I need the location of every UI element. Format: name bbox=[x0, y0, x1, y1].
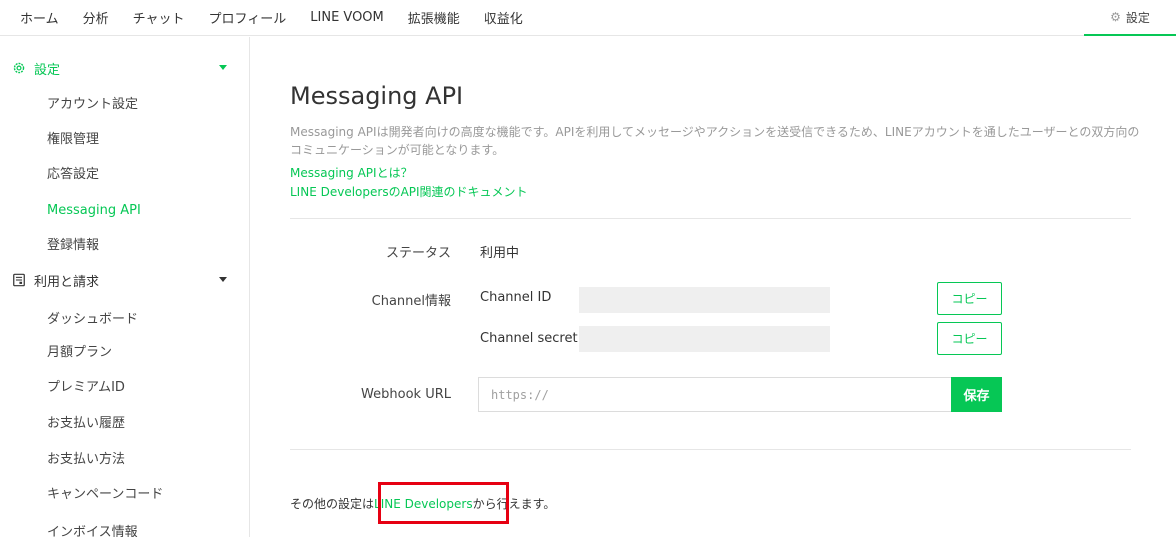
line-developers-link[interactable]: LINE Developers bbox=[374, 497, 473, 511]
nav-chat[interactable]: チャット bbox=[133, 8, 185, 27]
gear-icon: ⚙ bbox=[1110, 10, 1121, 24]
copy-channel-secret-button[interactable]: コピー bbox=[937, 322, 1002, 355]
page-title: Messaging API bbox=[290, 82, 464, 110]
api-docs-link[interactable]: LINE DevelopersのAPI関連のドキュメント bbox=[290, 183, 528, 200]
sidebar-section-settings[interactable]: 設定 bbox=[0, 51, 249, 85]
nav-home[interactable]: ホーム bbox=[20, 8, 59, 27]
footer-note: その他の設定はLINE Developersから行えます。 bbox=[290, 495, 555, 512]
channel-info-label: Channel情報 bbox=[371, 294, 451, 309]
sidebar-item-invoice-info[interactable]: インボイス情報 bbox=[47, 513, 138, 537]
channel-id-field bbox=[579, 287, 830, 313]
channel-id-label: Channel ID bbox=[480, 290, 552, 305]
channel-secret-field bbox=[579, 326, 830, 352]
main-content: Messaging API Messaging APIは開発者向けの高度な機能で… bbox=[251, 37, 1176, 537]
nav-settings-label: 設定 bbox=[1125, 10, 1150, 25]
sidebar-item-campaign-code[interactable]: キャンペーンコード bbox=[47, 475, 163, 509]
sidebar-section-label: 設定 bbox=[34, 62, 61, 78]
page-description: Messaging APIは開発者向けの高度な機能です。APIを利用してメッセー… bbox=[290, 125, 1140, 157]
save-button[interactable]: 保存 bbox=[951, 377, 1002, 412]
sidebar-section-label: 利用と請求 bbox=[34, 274, 100, 290]
nav-analytics[interactable]: 分析 bbox=[83, 8, 109, 27]
chevron-down-icon bbox=[219, 277, 227, 282]
nav-profile[interactable]: プロフィール bbox=[209, 8, 287, 27]
sidebar-item-payment-history[interactable]: お支払い履歴 bbox=[47, 404, 125, 438]
sidebar-item-registration-info[interactable]: 登録情報 bbox=[47, 226, 99, 260]
webhook-url-input[interactable] bbox=[478, 377, 951, 412]
sidebar-item-monthly-plan[interactable]: 月額プラン bbox=[47, 333, 112, 367]
top-nav-items: ホーム 分析 チャット プロフィール LINE VOOM 拡張機能 収益化 bbox=[20, 0, 547, 34]
nav-extensions[interactable]: 拡張機能 bbox=[408, 8, 460, 27]
sidebar-item-messaging-api[interactable]: Messaging API bbox=[47, 193, 141, 227]
sidebar-item-premium-id[interactable]: プレミアムID bbox=[47, 368, 125, 402]
webhook-url-label: Webhook URL bbox=[361, 387, 451, 402]
divider bbox=[290, 449, 1131, 450]
copy-channel-id-button[interactable]: コピー bbox=[937, 282, 1002, 315]
footer-prefix: その他の設定は bbox=[290, 497, 375, 511]
what-is-messaging-api-link[interactable]: Messaging APIとは？ bbox=[290, 164, 413, 181]
sidebar-section-billing[interactable]: 利用と請求 bbox=[0, 263, 249, 297]
status-value: 利用中 bbox=[480, 246, 520, 261]
footer-suffix: から行えます。 bbox=[472, 497, 556, 511]
top-nav: ホーム 分析 チャット プロフィール LINE VOOM 拡張機能 収益化 ⚙ … bbox=[0, 0, 1176, 36]
sidebar-item-response-settings[interactable]: 応答設定 bbox=[47, 155, 99, 189]
nav-settings[interactable]: ⚙ 設定 bbox=[1084, 0, 1176, 36]
nav-line-voom[interactable]: LINE VOOM bbox=[310, 10, 384, 25]
nav-monetization[interactable]: 収益化 bbox=[484, 8, 523, 27]
sidebar-item-account-settings[interactable]: アカウント設定 bbox=[47, 85, 138, 119]
sidebar-item-dashboard[interactable]: ダッシュボード bbox=[47, 300, 138, 334]
sidebar-item-permissions[interactable]: 権限管理 bbox=[47, 120, 99, 154]
chevron-down-icon bbox=[219, 65, 227, 70]
status-label: ステータス bbox=[385, 246, 451, 261]
divider bbox=[290, 218, 1131, 219]
document-icon bbox=[13, 273, 25, 287]
sidebar: 設定 アカウント設定 権限管理 応答設定 Messaging API 登録情報 … bbox=[0, 37, 250, 537]
gear-icon bbox=[13, 62, 25, 74]
channel-secret-label: Channel secret bbox=[480, 331, 578, 346]
sidebar-item-payment-method[interactable]: お支払い方法 bbox=[47, 440, 125, 474]
